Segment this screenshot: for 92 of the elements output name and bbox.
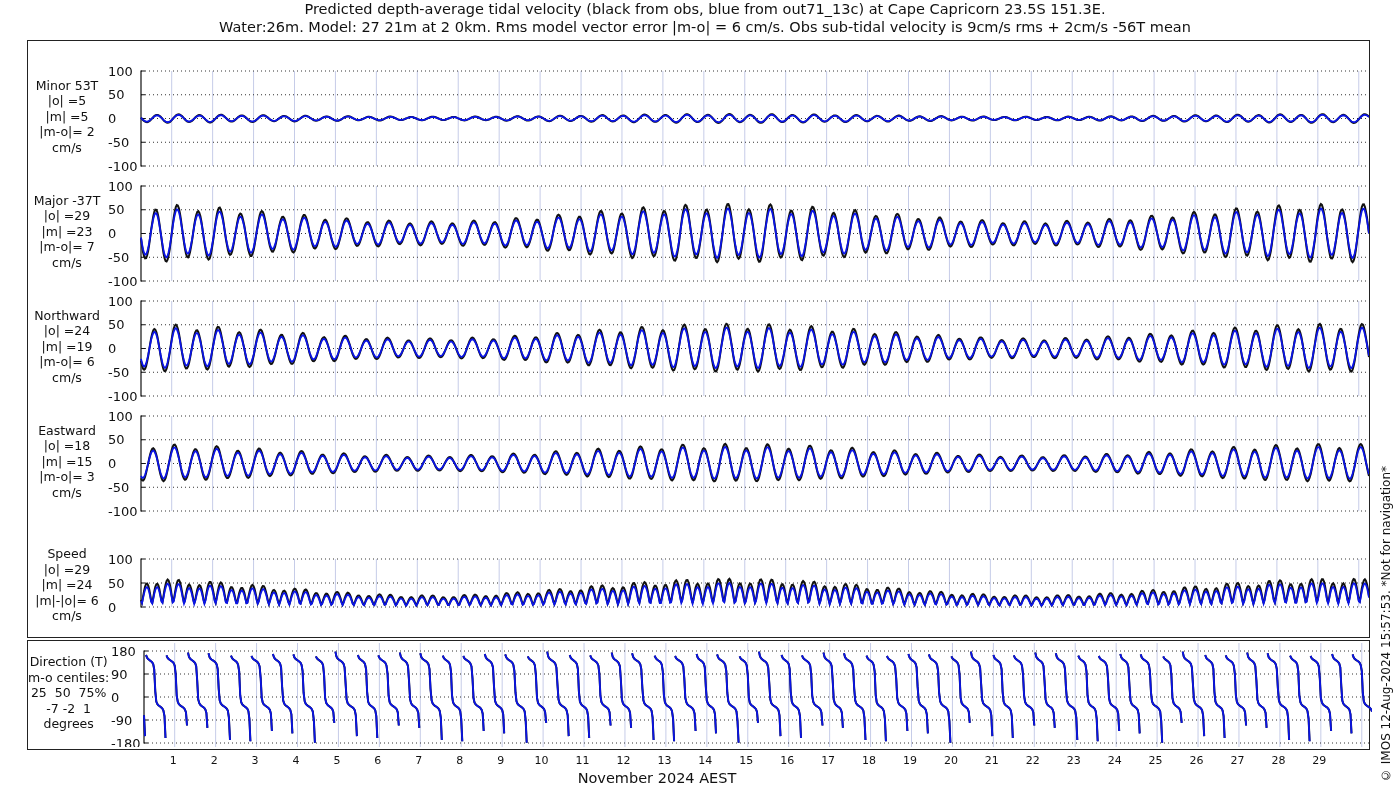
x-tick-label: 25 [1148,754,1163,767]
x-tick-label: 11 [575,754,590,767]
y-tick-label: -100 [108,388,138,404]
y-tick-label: 100 [108,551,133,567]
panel-label: m-o centiles: [28,669,110,686]
panel-label: |m|-|o|= 6 [35,592,99,609]
panel-label: cm/s [52,369,82,386]
x-tick-label: 24 [1107,754,1122,767]
x-tick-label: 19 [903,754,917,767]
y-tick-label: 0 [108,341,117,356]
y-tick-label: 100 [108,408,133,424]
x-tick-label: 2 [210,754,218,767]
panel-label: |o| =29 [43,208,91,224]
y-tick-label: 0 [108,599,117,615]
x-tick-label: 3 [251,754,259,767]
panel-label: cm/s [52,608,82,624]
y-axis [140,558,146,608]
y-tick-label: 100 [108,63,133,79]
panel-label: Northward [34,307,100,324]
panel-label: Minor 53T [35,77,99,94]
panel-label: Eastward [38,422,96,439]
y-tick-label: -100 [108,503,138,519]
panel-label: |m-o|= 3 [39,469,95,485]
y-tick-label: 50 [108,432,125,448]
y-tick-label: -100 [108,158,138,174]
panel-label: |m-o|= 2 [39,124,95,140]
panel-label: |o| =29 [43,561,91,578]
panel-label: 25 50 75% [30,685,107,701]
y-tick-label: 50 [108,202,125,218]
panel-label: Direction (T) [29,654,108,670]
x-tick-label: 10 [534,754,549,767]
panel-label: |m| =19 [41,338,93,355]
x-tick-label: 23 [1066,754,1081,767]
x-tick-label: 8 [456,754,464,767]
y-tick-label: -180 [111,735,141,747]
panel-label: |o| =5 [47,93,87,109]
panel-label: |m| =15 [41,453,93,470]
x-axis-label: November 2024 AEST [577,770,737,786]
x-tick-label: 22 [1025,754,1040,767]
y-tick-label: 0 [108,456,117,471]
y-tick-label: 0 [108,226,117,241]
credit-text: © IMOS 12-Aug-2024 15:57:53. *Not for navigation* [1379,464,1393,782]
x-tick-label: 18 [862,754,877,767]
y-tick-label: 90 [111,666,128,682]
x-tick-label: 15 [739,754,754,767]
panel-label: |m| =5 [45,108,89,125]
x-tick-label: 4 [292,754,300,767]
y-tick-label: -50 [108,249,130,265]
panel-label: |o| =24 [43,323,91,339]
x-tick-label: 16 [780,754,795,767]
y-tick-label: 50 [108,575,125,591]
x-tick-label: 27 [1230,754,1245,767]
x-tick-label: 13 [657,754,672,767]
panel-label: cm/s [52,139,82,156]
y-tick-label: -90 [111,712,133,728]
x-tick-label: 5 [333,754,341,767]
x-tick-label: 7 [415,754,423,767]
panel-label: |o| =18 [43,438,91,454]
x-tick-label: 28 [1271,754,1286,767]
x-tick-label: 1 [169,754,177,767]
y-tick-label: 180 [111,643,137,659]
x-tick-label: 17 [821,754,836,767]
panel-label: |m-o|= 6 [39,354,95,370]
chart-title: Water:26m. Model: 27 21m at 2 0km. Rms model vector error |m-o| = 6 cm/s. Obs sub-tidal velocity is 9cm/s rms + 2cm/s -56T mean [219,18,1191,36]
panel-label: -7 -2 1 [46,700,92,717]
y-tick-label: -50 [108,364,130,380]
panel-label: cm/s [52,484,82,501]
panel-label: |m-o|= 7 [39,239,95,255]
y-tick-label: 0 [108,111,117,126]
panel-label: Major -37T [33,192,101,209]
x-tick-label: 29 [1312,754,1327,767]
panel-label: |m| =23 [41,223,93,240]
x-tick-label: 12 [616,754,631,767]
x-tick-label: 14 [698,754,713,767]
y-tick-label: 0 [111,689,120,705]
y-tick-label: 50 [108,317,125,333]
x-tick-label: 9 [497,754,505,767]
y-tick-label: -100 [108,273,138,289]
y-tick-label: 50 [108,87,125,103]
x-tick-label: 6 [374,754,382,767]
panel-label: degrees [43,716,94,732]
x-tick-label: 20 [943,754,958,767]
panel-label: cm/s [52,254,82,271]
y-tick-label: 100 [108,178,133,194]
y-tick-label: -50 [108,479,130,495]
panel-label: |m| =24 [41,577,93,593]
x-tick-label: 21 [984,754,999,767]
y-tick-label: -50 [108,134,130,150]
panel-label: Speed [47,546,87,562]
chart-title: Predicted depth-average tidal velocity (black from obs, blue from out71_13c) at Cape Capricorn 23.5S 151.3E. [304,0,1106,18]
y-tick-label: 100 [108,293,133,309]
x-tick-label: 26 [1189,754,1204,767]
